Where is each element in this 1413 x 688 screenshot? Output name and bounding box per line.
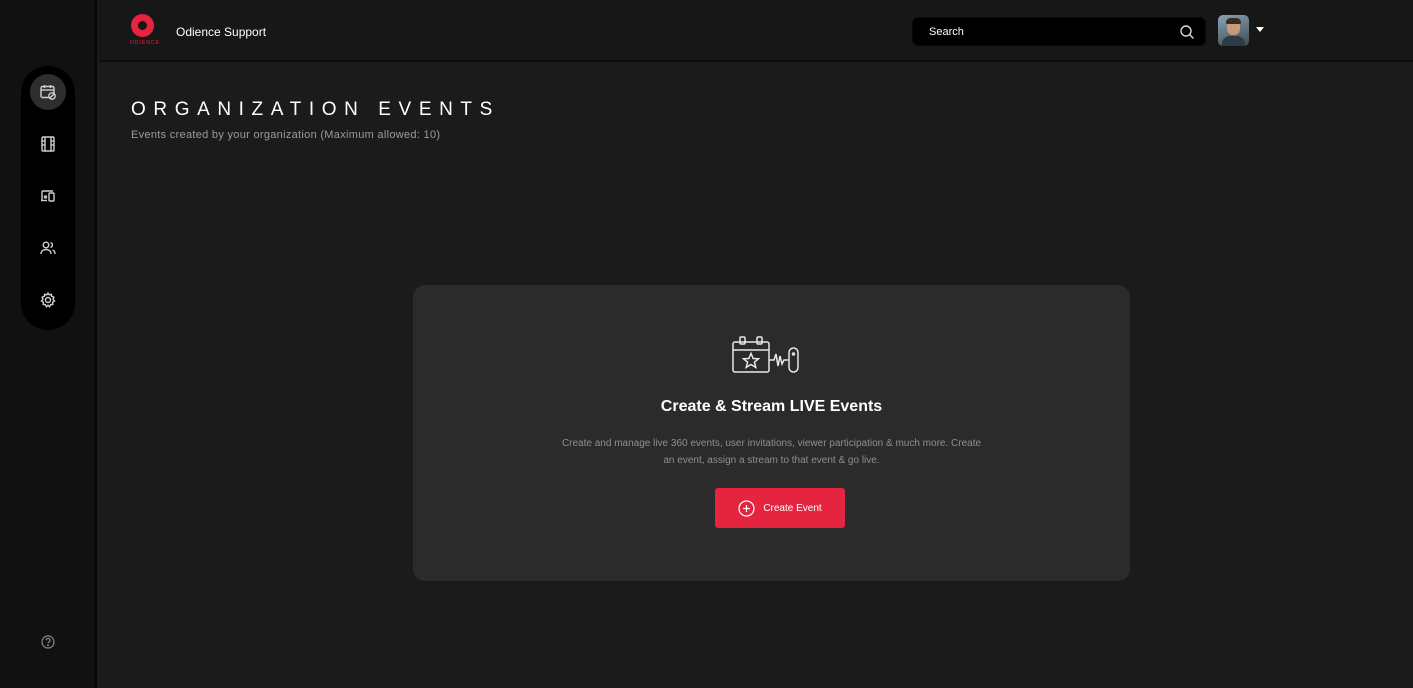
calendar-check-icon [40, 85, 56, 100]
users-icon [40, 241, 56, 255]
user-avatar[interactable] [1218, 15, 1249, 46]
odience-logo[interactable]: ODIENCE [130, 14, 160, 50]
event-stream-icon [731, 334, 815, 384]
empty-state-title: Create & Stream LIVE Events [660, 398, 883, 415]
avatar-hair [1226, 18, 1241, 24]
search-box [912, 17, 1206, 46]
search-icon[interactable] [1179, 24, 1195, 40]
empty-state-card: Create & Stream LIVE Events Create and m… [413, 285, 1130, 581]
help-button[interactable] [39, 633, 57, 651]
organization-name: Odience Support [176, 25, 267, 39]
empty-state-description: Create and manage live 360 events, user … [561, 438, 982, 466]
nav-item-devices[interactable] [30, 178, 66, 214]
nav-item-settings[interactable] [30, 282, 66, 318]
logo-wordmark: ODIENCE [130, 40, 160, 46]
nav-pill [21, 66, 75, 330]
gear-icon [40, 291, 56, 308]
nav-item-events[interactable] [30, 74, 66, 110]
left-nav-rail [0, 0, 97, 688]
page-subtitle: Events created by your organization (Max… [131, 129, 441, 141]
page-title: ORGANIZATION EVENTS [131, 99, 500, 120]
create-event-button[interactable]: Create Event [715, 488, 845, 528]
film-icon [41, 136, 55, 152]
nav-item-media[interactable] [30, 126, 66, 162]
create-event-label: Create Event [763, 502, 822, 514]
caret-down-icon[interactable] [1256, 27, 1264, 32]
help-icon [41, 635, 55, 649]
plus-circle-icon [738, 499, 755, 517]
devices-icon [41, 190, 55, 202]
search-input[interactable] [913, 18, 1173, 45]
avatar-body [1222, 36, 1245, 46]
top-header: ODIENCE Odience Support [99, 0, 1413, 62]
nav-item-users[interactable] [30, 230, 66, 266]
logo-mark-icon [131, 14, 154, 37]
app-root: ODIENCE Odience Support ORGANIZATION EVE… [0, 0, 1413, 688]
